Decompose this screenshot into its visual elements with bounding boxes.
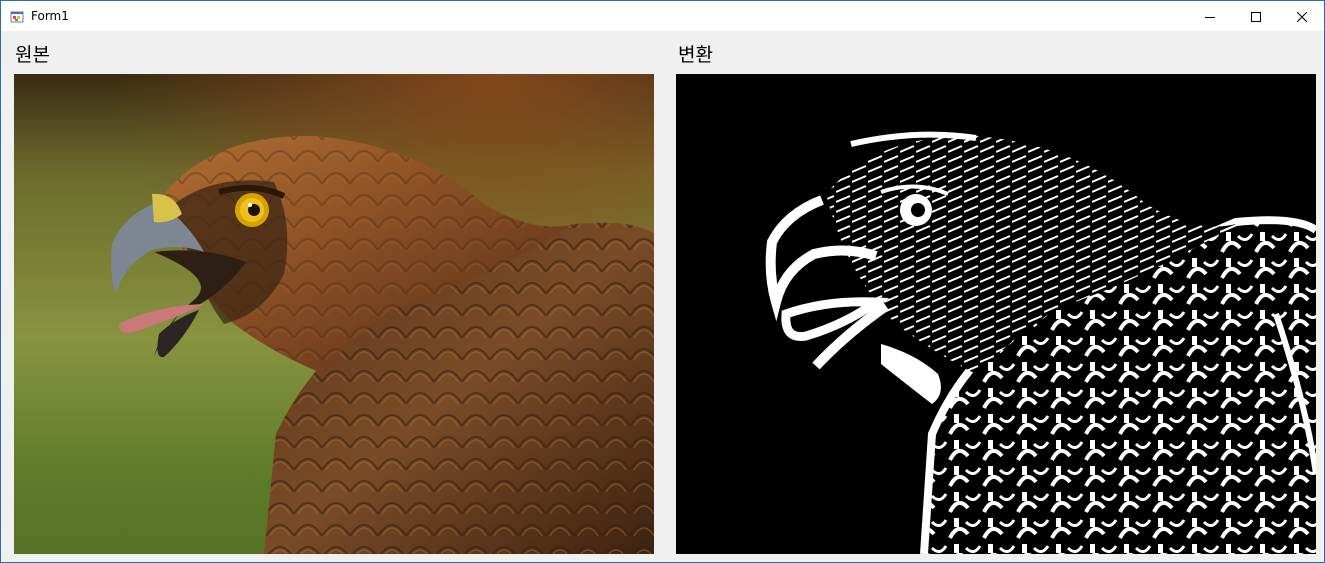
window-title: Form1	[31, 9, 69, 23]
minimize-button[interactable]	[1187, 1, 1233, 31]
app-icon[interactable]	[10, 9, 24, 23]
minimize-icon	[1205, 7, 1215, 26]
original-label: 원본	[15, 44, 50, 66]
form1-window: Form1 원본 변환	[0, 0, 1325, 563]
eagle-photo-original	[14, 74, 654, 554]
close-button[interactable]	[1279, 1, 1325, 31]
close-icon	[1296, 7, 1308, 26]
eagle-photo-binarized	[676, 74, 1316, 554]
maximize-button[interactable]	[1233, 1, 1279, 31]
title-bar[interactable]: Form1	[1, 1, 1324, 31]
original-picturebox	[14, 74, 654, 554]
converted-picturebox	[676, 74, 1316, 554]
maximize-icon	[1251, 7, 1261, 26]
converted-label: 변환	[678, 44, 713, 66]
